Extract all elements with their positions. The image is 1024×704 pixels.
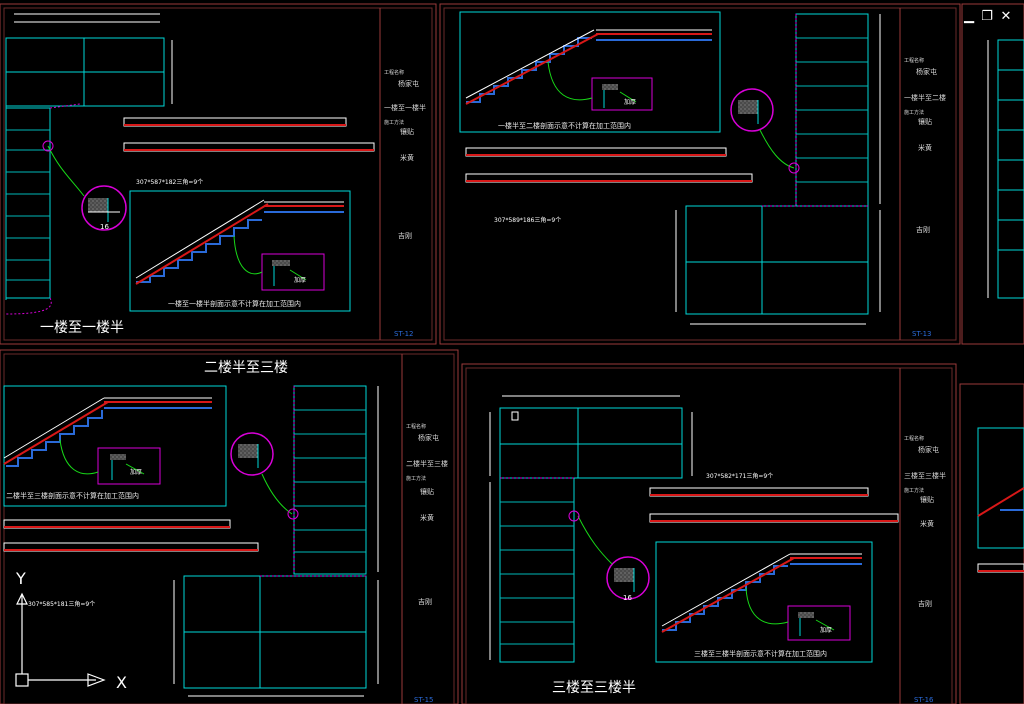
detail-tag: 加厚	[820, 626, 832, 634]
svg-text:杨家屯: 杨家屯	[918, 445, 939, 454]
sheet-4-section	[3, 385, 227, 507]
sheet-2-section-note: 一楼半至二楼剖面示意不计算在加工范围内	[498, 121, 631, 130]
svg-text:施工方法: 施工方法	[384, 119, 404, 126]
sheet-2-detail-circle	[730, 88, 800, 174]
svg-text:三楼至三楼半: 三楼至三楼半	[904, 471, 946, 480]
svg-text:米黄: 米黄	[920, 519, 934, 528]
sheet-5-detail-circle: 16	[568, 510, 650, 602]
svg-text:米黄: 米黄	[400, 153, 414, 162]
svg-text:镶贴: 镶贴	[920, 495, 934, 504]
svg-text:米黄: 米黄	[918, 143, 932, 152]
svg-text:杨家屯: 杨家屯	[916, 67, 937, 76]
sheet-1-dim-note: 307*587*182三角=9个	[136, 178, 203, 186]
svg-text:杨家屯: 杨家屯	[418, 433, 439, 442]
sheet-5-section-note: 三楼至三楼半剖面示意不计算在加工范围内	[694, 649, 827, 658]
svg-text:镶贴: 镶贴	[918, 117, 932, 126]
minimize-button[interactable]: ▁	[962, 10, 976, 24]
svg-text:工程名称: 工程名称	[384, 69, 404, 76]
sheet-2-plan	[675, 13, 881, 325]
detail-tag: 加厚	[130, 468, 142, 476]
detail-number: 16	[623, 594, 632, 602]
sheet-6-partial	[977, 427, 1024, 573]
sheet-4-dim-note: 307*585*181三角=9个	[28, 600, 95, 608]
svg-text:吉刚: 吉刚	[918, 599, 932, 608]
detail-tag: 加厚	[294, 276, 306, 284]
svg-text:吉刚: 吉刚	[398, 231, 412, 240]
svg-text:工程名称: 工程名称	[406, 423, 426, 430]
sheet-4-dim-bars	[3, 519, 259, 552]
restore-button[interactable]: ❐	[980, 10, 994, 24]
svg-text:施工方法: 施工方法	[904, 487, 924, 494]
sheet-frames	[0, 3, 1024, 704]
title-block-2: 工程名称 杨家屯 一楼半至二楼 施工方法 镶贴 米黄 吉刚 ST-13	[904, 57, 946, 338]
sheet-5-caption: 三楼至三楼半	[552, 680, 636, 696]
sheet-1-section	[129, 190, 351, 312]
svg-text:施工方法: 施工方法	[406, 475, 426, 482]
svg-text:吉刚: 吉刚	[916, 225, 930, 234]
sheet-4-detail-circle	[230, 432, 299, 520]
svg-text:镶贴: 镶贴	[400, 127, 414, 136]
svg-text:ST-13: ST-13	[912, 330, 932, 338]
title-block-4: 工程名称 杨家屯 二楼半至三楼 施工方法 镶贴 米黄 吉刚 ST-15	[406, 423, 448, 704]
svg-text:镶贴: 镶贴	[420, 487, 434, 496]
title-block-1: 工程名称 杨家屯 一楼至一楼半 施工方法 镶贴 米黄 吉刚 ST-12	[384, 69, 426, 338]
ucs-x-label: X	[116, 673, 127, 692]
cad-model-space[interactable]: 16 16 Y X 一楼至一楼半 一楼至一楼半剖面示意不计算在加工范围内 307…	[0, 0, 1024, 704]
svg-text:ST-12: ST-12	[394, 330, 414, 338]
sheet-4-section-note: 二楼半至三楼剖面示意不计算在加工范围内	[6, 491, 139, 500]
svg-text:吉刚: 吉刚	[418, 597, 432, 606]
sheet-4-caption: 二楼半至三楼	[204, 360, 288, 376]
svg-text:ST-16: ST-16	[914, 696, 934, 704]
svg-text:米黄: 米黄	[420, 513, 434, 522]
svg-text:ST-15: ST-15	[414, 696, 434, 704]
detail-tag: 加厚	[624, 98, 636, 106]
detail-number: 16	[100, 223, 109, 231]
sheet-2-dim-bars	[465, 147, 753, 183]
svg-text:一楼至一楼半: 一楼至一楼半	[384, 103, 426, 112]
svg-text:二楼半至三楼: 二楼半至三楼	[406, 459, 448, 468]
sheet-1-caption: 一楼至一楼半	[40, 320, 124, 336]
sheet-5-dim-bars	[649, 487, 899, 523]
sheet-2-section	[459, 11, 721, 133]
sheet-1-plan	[5, 13, 173, 315]
svg-text:施工方法: 施工方法	[904, 109, 924, 116]
sheet-5-dim-note: 307*582*171三角=9个	[706, 472, 773, 480]
svg-text:工程名称: 工程名称	[904, 435, 924, 442]
sheet-3-partial	[987, 39, 1024, 299]
sheet-1-dim-bars	[123, 117, 375, 152]
ucs-y-label: Y	[15, 569, 26, 588]
sheet-4-plan	[173, 385, 379, 697]
sheet-1-section-note: 一楼至一楼半剖面示意不计算在加工范围内	[168, 299, 301, 308]
sheet-5-plan	[489, 395, 693, 663]
svg-text:工程名称: 工程名称	[904, 57, 924, 64]
close-button[interactable]: ✕	[999, 10, 1013, 24]
sheet-5-section	[655, 541, 873, 663]
svg-text:杨家屯: 杨家屯	[398, 79, 419, 88]
title-block-5: 工程名称 杨家屯 三楼至三楼半 施工方法 镶贴 米黄 吉刚 ST-16	[904, 435, 946, 704]
sheet-1-detail-circle: 16	[42, 140, 127, 231]
sheet-2-dim-note: 307*589*186三角=9个	[494, 216, 561, 224]
svg-text:一楼半至二楼: 一楼半至二楼	[904, 93, 946, 102]
